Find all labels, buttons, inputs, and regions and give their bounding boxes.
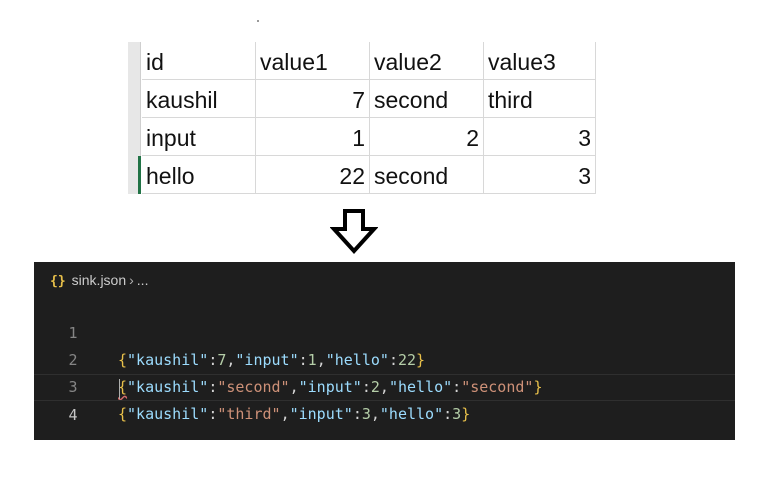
cell[interactable]: 2 — [370, 118, 484, 156]
stray-dot — [257, 20, 259, 22]
row-header-selected[interactable] — [128, 156, 141, 194]
code-token: } — [461, 405, 471, 423]
cell[interactable]: third — [484, 80, 596, 118]
sheet-row-kaushil: kaushil 7 second third — [128, 80, 596, 118]
chevron-right-icon: › — [129, 272, 134, 288]
breadcrumb-file[interactable]: sink.json — [72, 272, 126, 288]
breadcrumb: {} sink.json ›... — [50, 270, 148, 290]
text-cursor — [119, 379, 120, 399]
cell[interactable]: second — [370, 156, 484, 194]
row-header[interactable] — [128, 118, 141, 156]
code-token: "input" — [289, 405, 353, 423]
header-cell-value1[interactable]: value1 — [256, 42, 370, 80]
sheet-header-row: id value1 value2 value3 — [128, 42, 596, 80]
row-header[interactable] — [128, 42, 141, 80]
header-cell-value2[interactable]: value2 — [370, 42, 484, 80]
header-cell-id[interactable]: id — [142, 42, 256, 80]
line-number: 4 — [68, 406, 78, 424]
sheet-row-input: input 1 2 3 — [128, 118, 596, 156]
code-editor: {} sink.json ›... 1 {"kaushil":7,"input":1… — [34, 262, 735, 440]
json-file-icon: {} — [50, 274, 66, 289]
down-arrow-icon — [330, 209, 378, 254]
code-token: { — [118, 405, 128, 423]
cell[interactable]: kaushil — [142, 80, 256, 118]
code-token: "hello" — [379, 405, 444, 423]
cell[interactable]: 22 — [256, 156, 370, 194]
cell[interactable]: 3 — [484, 156, 596, 194]
code-token: "third" — [217, 405, 281, 423]
code-content: {"kaushil":"third","input":3,"hello":3} — [118, 401, 470, 428]
breadcrumb-more[interactable]: ... — [137, 272, 149, 288]
code-token: 3 — [361, 405, 371, 423]
code-token: , — [280, 405, 290, 423]
cell[interactable]: 3 — [484, 118, 596, 156]
code-token: : — [352, 405, 362, 423]
row-header[interactable] — [128, 80, 141, 118]
code-token: : — [208, 405, 218, 423]
cell[interactable]: 1 — [256, 118, 370, 156]
cell[interactable]: 7 — [256, 80, 370, 118]
code-token: "kaushil" — [127, 405, 209, 423]
code-token: : — [443, 405, 453, 423]
spreadsheet: id value1 value2 value3 kaushil 7 second… — [128, 42, 596, 200]
cell[interactable]: second — [370, 80, 484, 118]
code-line-3[interactable]: 3 {"kaushil":"third","input":3,"hello":3… — [34, 347, 735, 423]
code-token: , — [370, 405, 380, 423]
code-token: 3 — [452, 405, 462, 423]
cell[interactable]: input — [142, 118, 256, 156]
header-cell-value3[interactable]: value3 — [484, 42, 596, 80]
cell[interactable]: hello — [142, 156, 256, 194]
sheet-row-hello: hello 22 second 3 — [128, 156, 596, 194]
code-line-1[interactable]: 1 {"kaushil":7,"input":1,"hello":22} — [34, 293, 735, 369]
code-line-4-current[interactable]: 4 — [34, 374, 735, 424]
code-line-2[interactable]: 2 {"kaushil":"second","input":2,"hello":… — [34, 320, 735, 396]
